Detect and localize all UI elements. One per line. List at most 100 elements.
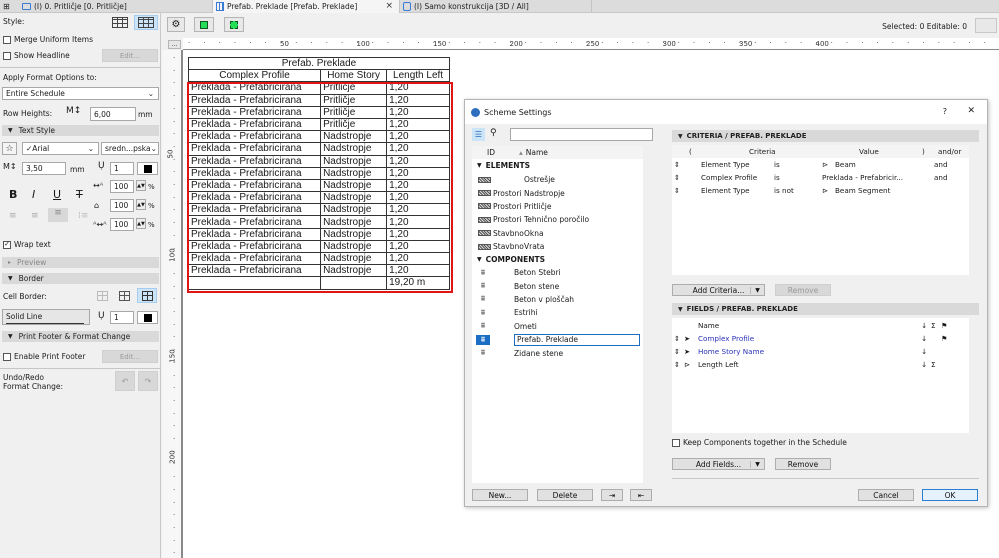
checkbox[interactable] — [3, 51, 11, 60]
field-row[interactable]: ⇕ ➤ Home Story Name ↓ — [672, 345, 969, 358]
list-item[interactable]: Stavbno Vrata — [472, 240, 643, 253]
keep-components-checkbox[interactable]: Keep Components together in the Schedule — [672, 438, 847, 447]
delete-scheme-button[interactable]: Delete — [537, 489, 593, 501]
column-header[interactable]: Length Left — [386, 69, 450, 83]
criteria-field[interactable]: Complex Profile — [701, 173, 757, 182]
style-option-2[interactable] — [134, 15, 158, 30]
view-map-icon[interactable]: ⊞ — [3, 2, 10, 11]
tab-floor-plan[interactable]: (I) 0. Pritličje [0. Pritličje] — [19, 0, 213, 13]
list-item[interactable]: ⩩ Prefab. Preklade — [472, 333, 643, 346]
ok-button[interactable]: OK — [922, 489, 978, 501]
redo-format-button[interactable]: ↷ — [138, 371, 158, 391]
criteria-andor[interactable]: and — [934, 160, 948, 169]
align-right-icon[interactable]: ≡ — [48, 208, 68, 222]
sort-toggle[interactable]: ↓ — [921, 334, 927, 343]
border-pen-input[interactable]: 1 — [110, 311, 134, 324]
criteria-row[interactable]: ⇕ Complex Profile is Preklada - Prefabricir… — [672, 171, 969, 184]
criteria-operator[interactable]: is — [774, 160, 780, 169]
print-footer-section-header[interactable]: ▼ Print Footer & Format Change — [2, 331, 159, 342]
field-row[interactable]: ⇕ ⊳ Length Left ↓ Σ — [672, 358, 969, 371]
field-name[interactable]: Length Left — [698, 360, 739, 369]
border-all-button[interactable] — [137, 288, 157, 303]
list-item[interactable]: ⩩ Estrihi — [472, 306, 643, 319]
underline-button[interactable]: U — [53, 188, 61, 201]
font-style-select[interactable]: sredn...pska ⌄ — [101, 142, 159, 155]
dropdown-arrow-icon[interactable]: ▼ — [750, 286, 764, 294]
checkbox[interactable] — [672, 438, 680, 447]
select-all-button[interactable] — [194, 17, 214, 32]
criteria-andor[interactable]: and — [934, 173, 948, 182]
char-spacing-spinner[interactable]: ▲▼ — [136, 218, 146, 229]
text-slant-spinner[interactable]: ▲▼ — [136, 199, 146, 210]
checkbox[interactable] — [3, 352, 11, 361]
bold-button[interactable]: B — [9, 188, 17, 201]
remove-fields-button[interactable]: Remove — [775, 458, 831, 470]
criteria-value[interactable]: Beam — [835, 160, 856, 169]
apply-format-select[interactable]: Entire Schedule ⌄ — [2, 87, 159, 100]
favorites-star-button[interactable]: ☆ — [2, 142, 17, 155]
drag-handle-icon[interactable]: ⇕ — [674, 173, 680, 182]
strikethrough-button[interactable]: T — [76, 188, 83, 201]
header-id[interactable]: ID — [487, 148, 519, 157]
border-none-button[interactable] — [95, 289, 109, 302]
header-name[interactable]: Name — [526, 148, 548, 157]
field-name[interactable]: Home Story Name — [698, 347, 764, 356]
drag-handle-icon[interactable]: ⇕ — [674, 186, 680, 195]
footer-edit-button[interactable]: Edit... — [102, 350, 158, 363]
list-item[interactable]: Prostori Pritličje — [472, 200, 643, 213]
list-item[interactable]: Prostori Nadstropje — [472, 186, 643, 199]
preview-section-header[interactable]: ▸ Preview — [2, 257, 159, 268]
list-item[interactable]: ⩩ Beton v ploščah — [472, 293, 643, 306]
drag-handle-icon[interactable]: ⇕ — [674, 334, 680, 343]
export-scheme-button[interactable]: ⇤ — [630, 489, 652, 501]
criteria-section-header[interactable]: ▼ CRITERIA / PREFAB. PREKLADE — [672, 130, 979, 142]
import-scheme-button[interactable]: ⇥ — [601, 489, 623, 501]
criteria-row[interactable]: ⇕ Element Type is not ⊳ Beam Segment — [672, 184, 969, 197]
headline-edit-button[interactable]: Edit... — [102, 49, 158, 62]
close-button[interactable]: ✕ — [967, 106, 975, 116]
add-criteria-button[interactable]: Add Criteria... ▼ — [672, 284, 765, 296]
style-option-1[interactable] — [110, 15, 130, 30]
merge-uniform-items-checkbox[interactable]: Merge Uniform Items — [3, 35, 93, 44]
sum-toggle[interactable]: Σ — [931, 360, 936, 369]
new-scheme-button[interactable]: New... — [472, 489, 528, 501]
text-slant-input[interactable]: 100 — [110, 199, 134, 212]
elements-group[interactable]: ▼ ELEMENTS — [472, 159, 643, 172]
criteria-field[interactable]: Element Type — [701, 186, 750, 195]
list-item[interactable]: ⩩ Beton Stebri — [472, 266, 643, 279]
remove-criteria-button[interactable]: Remove — [775, 284, 831, 296]
checkbox[interactable] — [3, 35, 11, 44]
criteria-operator[interactable]: is — [774, 173, 780, 182]
scheme-search-input[interactable] — [510, 128, 653, 141]
wrap-text-checkbox[interactable]: ✓ Wrap text — [3, 240, 51, 249]
show-headline-checkbox[interactable]: Show Headline — [3, 51, 70, 60]
enable-print-footer-checkbox[interactable]: Enable Print Footer — [3, 352, 85, 361]
cancel-button[interactable]: Cancel — [858, 489, 914, 501]
text-width-input[interactable]: 100 — [110, 180, 134, 193]
toolbar-extra-button[interactable] — [975, 18, 997, 33]
line-type-select[interactable]: Solid Line — [2, 309, 90, 325]
add-fields-button[interactable]: Add Fields... ▼ — [672, 458, 765, 470]
field-row[interactable]: ⇕ ➤ Complex Profile ↓ ⚑ — [672, 332, 969, 345]
drag-handle-icon[interactable]: ⇕ — [674, 347, 680, 356]
flag-toggle[interactable]: ⚑ — [941, 334, 947, 343]
row-heights-input[interactable]: 6,00 — [90, 107, 136, 121]
text-size-input[interactable]: 3,50 — [22, 162, 66, 175]
tab-schedule[interactable]: Prefab. Preklade [Prefab. Preklade] × — [213, 0, 400, 13]
list-item[interactable]: Stavbno Okna — [472, 227, 643, 240]
criteria-operator[interactable]: is not — [774, 186, 794, 195]
criteria-field[interactable]: Element Type — [701, 160, 750, 169]
tab-3d-view[interactable]: (I) Samo konstrukcija [3D / All] — [400, 0, 592, 13]
drag-handle-icon[interactable]: ⇕ — [674, 160, 680, 169]
char-spacing-input[interactable]: 100 — [110, 218, 134, 231]
list-item[interactable]: Ostrešje — [472, 173, 643, 186]
list-item[interactable]: ⩩ Beton stene — [472, 279, 643, 292]
align-justify-icon[interactable]: ⁞≡ — [78, 211, 88, 221]
align-left-icon[interactable]: ≡ — [9, 211, 17, 221]
text-color-button[interactable] — [137, 162, 158, 175]
text-width-spinner[interactable]: ▲▼ — [136, 180, 146, 191]
italic-button[interactable]: I — [32, 188, 35, 201]
settings-menu-button[interactable]: ⚙ — [167, 17, 185, 32]
column-header[interactable]: Home Story — [320, 69, 388, 83]
sort-toggle[interactable]: ↓ — [921, 360, 927, 369]
